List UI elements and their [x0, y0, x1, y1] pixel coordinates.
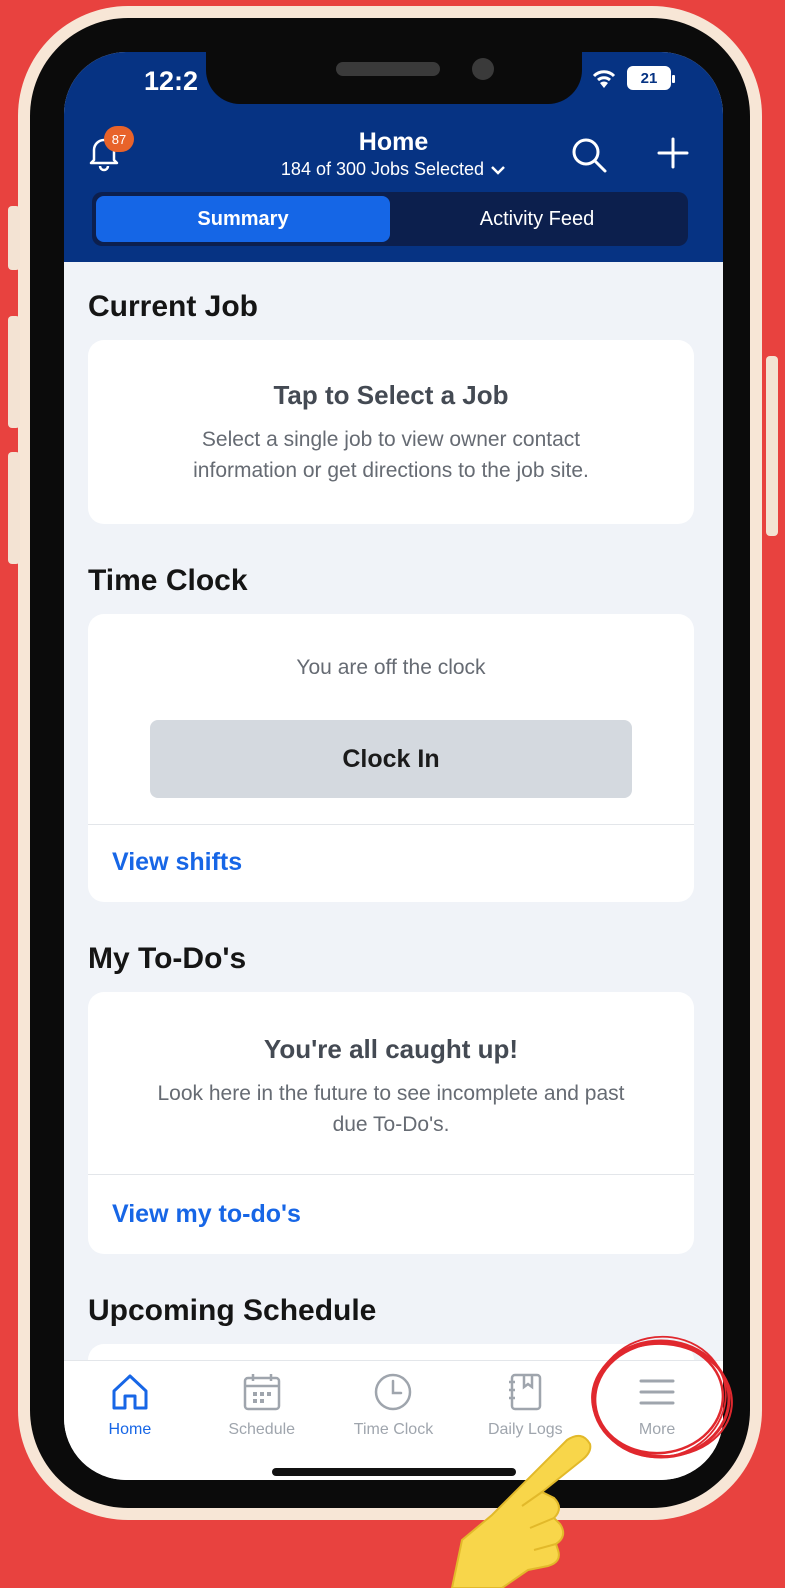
todos-card-title: You're all caught up!	[263, 1034, 519, 1064]
status-time: 12:2	[144, 66, 199, 96]
segmented-tabs: Summary Activity Feed	[92, 192, 688, 246]
card-divider	[88, 1174, 694, 1175]
section-title-time-clock: Time Clock	[88, 564, 248, 597]
app-screen: 12:2 21 87 Home 184 of 300 Jobs Selected	[64, 52, 723, 1480]
notebook-icon	[509, 1373, 542, 1411]
jobs-selector[interactable]: 184 of 300 Jobs Selected	[281, 159, 506, 180]
speaker-grille	[336, 62, 440, 76]
current-job-text-line: information or get directions to the job…	[193, 459, 589, 482]
nav-label: Schedule	[228, 1421, 296, 1438]
battery-icon: 21	[627, 66, 675, 90]
current-job-card[interactable]: Tap to Select a Job Select a single job …	[88, 340, 694, 524]
tab-summary[interactable]: Summary	[96, 196, 390, 242]
chevron-down-icon	[491, 165, 505, 175]
app-header: 12:2 21 87 Home 184 of 300 Jobs Selected	[64, 52, 723, 262]
todos-text-line: due To-Do's.	[332, 1113, 450, 1136]
pointing-hand-icon	[450, 1434, 592, 1588]
wifi-icon	[592, 70, 616, 88]
current-job-text-line: Select a single job to view owner contac…	[201, 428, 581, 451]
phone-side-button	[8, 206, 20, 270]
nav-label: Home	[108, 1421, 152, 1438]
clock-in-button[interactable]: Clock In	[150, 720, 632, 798]
todos-card-text: Look here in the future to see incomplet…	[88, 1078, 694, 1140]
search-icon[interactable]	[570, 136, 608, 174]
header-title-group[interactable]: Home 184 of 300 Jobs Selected	[64, 128, 723, 180]
front-camera	[472, 58, 494, 80]
section-title-todos: My To-Do's	[88, 942, 247, 975]
home-icon	[112, 1374, 148, 1410]
plus-icon[interactable]	[656, 136, 690, 170]
clock-status-text: You are off the clock	[296, 656, 486, 679]
todos-card: You're all caught up! Look here in the f…	[88, 992, 694, 1254]
jobs-selected-text: 184 of 300 Jobs Selected	[280, 159, 485, 179]
phone-side-button	[766, 356, 778, 536]
tab-activity-feed[interactable]: Activity Feed	[390, 196, 684, 242]
time-clock-card: You are off the clock Clock In View shif…	[88, 614, 694, 902]
view-shifts-link[interactable]: View shifts	[112, 848, 242, 877]
current-job-card-text: Select a single job to view owner contac…	[88, 424, 694, 486]
phone-side-button	[8, 452, 20, 564]
nav-item-schedule[interactable]: Schedule	[196, 1361, 328, 1480]
phone-side-button	[8, 316, 20, 428]
calendar-icon	[243, 1374, 280, 1411]
nav-item-home[interactable]: Home	[64, 1361, 196, 1480]
page-title: Home	[358, 128, 429, 156]
current-job-card-title: Tap to Select a Job	[273, 380, 509, 410]
card-divider	[88, 824, 694, 825]
highlight-circle-annotation	[591, 1335, 733, 1459]
nav-label: Time Clock	[353, 1421, 434, 1438]
todos-text-line: Look here in the future to see incomplet…	[157, 1082, 625, 1105]
clock-icon	[375, 1373, 412, 1411]
status-icons: 21	[589, 66, 675, 90]
battery-level: 21	[640, 69, 658, 87]
section-title-current-job: Current Job	[88, 290, 259, 323]
section-title-upcoming-schedule: Upcoming Schedule	[88, 1294, 377, 1327]
phone-notch	[206, 52, 582, 104]
view-todos-link[interactable]: View my to-do's	[112, 1200, 301, 1229]
